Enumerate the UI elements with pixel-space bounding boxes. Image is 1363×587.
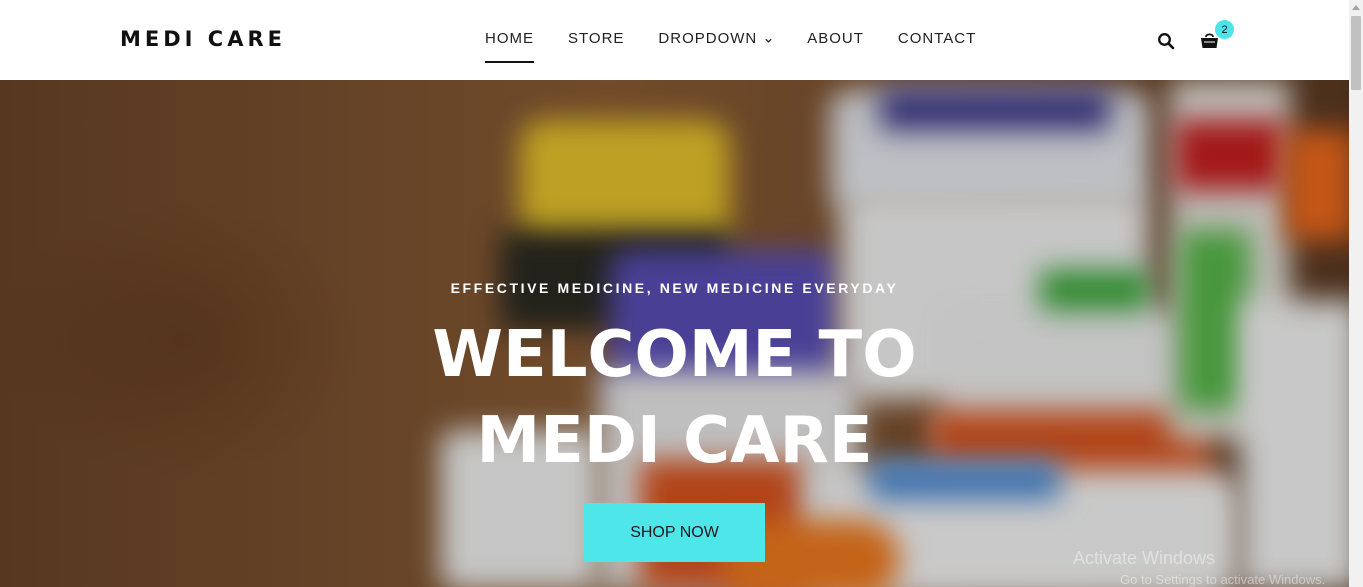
page-scrollbar[interactable] <box>1349 0 1363 587</box>
nav-item-label: CONTACT <box>897 30 977 47</box>
nav-item-label: ABOUT <box>807 30 864 47</box>
nav-item-about[interactable]: ABOUT <box>807 30 864 63</box>
nav-item-dropdown[interactable]: DROPDOWN <box>658 30 773 63</box>
hero-title-line: MEDI CARE <box>476 404 873 478</box>
nav-item-label: DROPDOWN <box>658 30 758 47</box>
hero-banner: EFFECTIVE MEDICINE, NEW MEDICINE EVERYDA… <box>0 80 1349 587</box>
hero-title: WELCOME TO MEDI CARE <box>0 312 1349 484</box>
search-icon[interactable] <box>1157 32 1175 50</box>
nav-item-contact[interactable]: CONTACT <box>898 30 976 63</box>
cart-count-badge: 2 <box>1215 20 1234 39</box>
scroll-up-arrow-icon[interactable] <box>1349 0 1363 14</box>
hero-content: EFFECTIVE MEDICINE, NEW MEDICINE EVERYDA… <box>0 80 1349 587</box>
scrollbar-thumb[interactable] <box>1351 16 1361 90</box>
site-logo[interactable]: MEDI CARE <box>120 27 286 51</box>
nav-item-store[interactable]: STORE <box>568 30 624 63</box>
hero-title-line: WELCOME TO <box>432 318 917 392</box>
nav-item-label: HOME <box>485 30 534 47</box>
site-header: MEDI CARE HOME STORE DROPDOWN ABOUT CONT… <box>0 0 1349 80</box>
nav-item-home[interactable]: HOME <box>485 30 534 63</box>
hero-subtitle: EFFECTIVE MEDICINE, NEW MEDICINE EVERYDA… <box>450 280 899 296</box>
windows-activation-hint: Go to Settings to activate Windows. <box>1120 572 1326 587</box>
shop-now-button[interactable]: SHOP NOW <box>584 503 765 562</box>
windows-activation-watermark: Activate Windows <box>1073 548 1216 568</box>
nav-item-label: STORE <box>568 30 625 47</box>
main-nav: HOME STORE DROPDOWN ABOUT CONTACT <box>485 30 1010 63</box>
chevron-down-icon <box>764 32 773 49</box>
